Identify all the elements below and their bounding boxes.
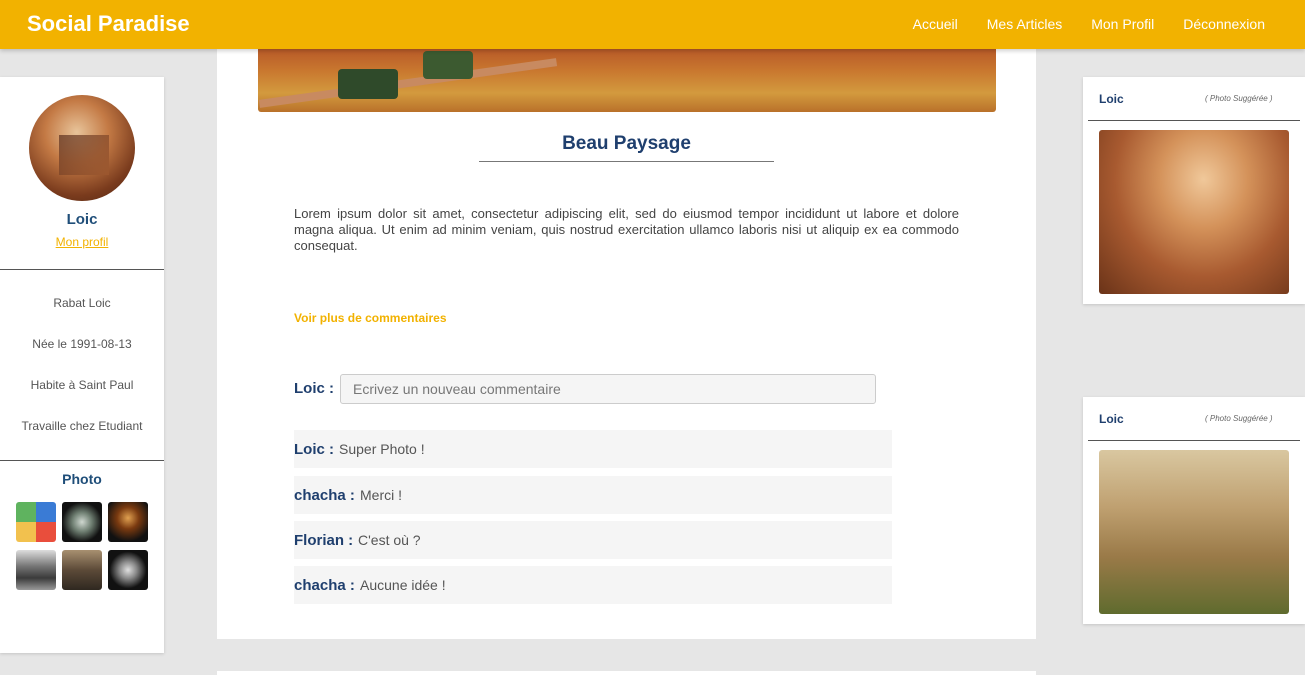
photo-thumbnail[interactable] — [16, 550, 56, 590]
comment-author-label: Loic : — [294, 380, 334, 397]
suggested-photo[interactable] — [1099, 130, 1289, 294]
suggestion-label: ( Photo Suggérée ) — [1205, 94, 1273, 103]
photo-thumbnail[interactable] — [16, 502, 56, 542]
nav-home-link[interactable]: Accueil — [913, 16, 958, 32]
nav-logout-link[interactable]: Déconnexion — [1183, 16, 1265, 32]
post-card: Beau Paysage Lorem ipsum dolor sit amet,… — [217, 49, 1036, 639]
suggestion-user[interactable]: Loic — [1099, 412, 1124, 426]
profile-birthdate: Née le 1991-08-13 — [32, 337, 132, 351]
profile-name: Loic — [66, 211, 98, 228]
comment-item: Florian : C'est où ? — [294, 521, 892, 559]
comment-item: chacha : Merci ! — [294, 476, 892, 514]
profile-city: Habite à Saint Paul — [30, 378, 134, 392]
top-navbar: Social Paradise Accueil Mes Articles Mon… — [0, 0, 1305, 49]
more-comments-link[interactable]: Voir plus de commentaires — [294, 311, 447, 325]
photo-thumbnail[interactable] — [108, 550, 148, 590]
photos-heading: Photo — [62, 471, 102, 487]
next-post-card — [217, 671, 1036, 675]
comment-text: Aucune idée ! — [360, 577, 446, 593]
my-profile-link[interactable]: Mon profil — [0, 235, 164, 249]
comment-author: Loic : — [294, 441, 334, 458]
post-body: Lorem ipsum dolor sit amet, consectetur … — [294, 206, 959, 253]
post-image[interactable] — [258, 49, 996, 112]
photo-thumbnail[interactable] — [108, 502, 148, 542]
brand-logo[interactable]: Social Paradise — [27, 11, 190, 37]
tractor-shape — [338, 69, 398, 99]
post-title: Beau Paysage — [562, 133, 691, 154]
avatar[interactable] — [29, 95, 135, 201]
suggestion-label: ( Photo Suggérée ) — [1205, 414, 1273, 423]
photo-thumbnail[interactable] — [62, 550, 102, 590]
new-comment-input[interactable] — [340, 374, 876, 404]
main-nav: Accueil Mes Articles Mon Profil Déconnex… — [913, 16, 1265, 32]
photo-thumbnail[interactable] — [62, 502, 102, 542]
tractor-shape — [423, 51, 473, 79]
profile-card: Loic Mon profil Rabat Loic Née le 1991-0… — [0, 77, 164, 653]
comment-text: Merci ! — [360, 487, 402, 503]
divider — [1088, 120, 1300, 121]
nav-my-articles-link[interactable]: Mes Articles — [987, 16, 1062, 32]
comment-text: C'est où ? — [358, 532, 421, 548]
profile-fullname: Rabat Loic — [53, 296, 111, 310]
comment-author: chacha : — [294, 487, 355, 504]
comment-author: chacha : — [294, 577, 355, 594]
suggested-photo-card: Loic ( Photo Suggérée ) — [1083, 397, 1305, 624]
suggested-photo[interactable] — [1099, 450, 1289, 614]
comment-author: Florian : — [294, 532, 354, 549]
comment-item: chacha : Aucune idée ! — [294, 566, 892, 604]
divider — [0, 460, 164, 461]
divider — [1088, 440, 1300, 441]
suggested-photo-card: Loic ( Photo Suggérée ) — [1083, 77, 1305, 304]
nav-my-profile-link[interactable]: Mon Profil — [1091, 16, 1154, 32]
profile-work: Travaille chez Etudiant — [21, 419, 143, 433]
comment-text: Super Photo ! — [339, 441, 425, 457]
title-underline — [479, 161, 774, 162]
road-shape — [258, 58, 558, 108]
divider — [0, 269, 164, 270]
suggestion-user[interactable]: Loic — [1099, 92, 1124, 106]
comment-item: Loic : Super Photo ! — [294, 430, 892, 468]
